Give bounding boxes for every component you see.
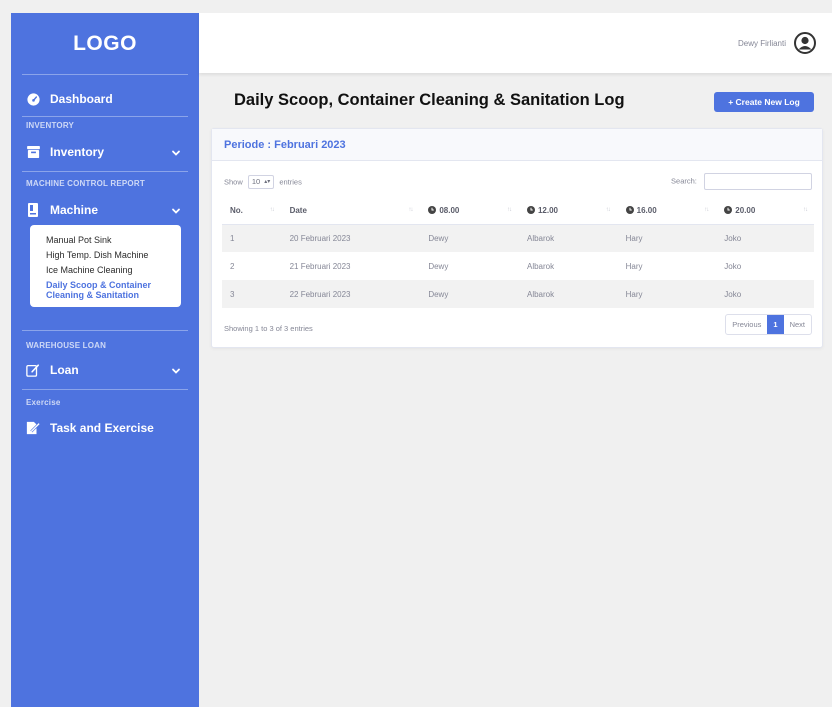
cell-1200: Albarok	[526, 233, 555, 243]
cell-2000: Joko	[724, 289, 742, 299]
table-header-row: No. ↑↓ Date ↑↓ 08.00 ↑↓ 12.00 ↑↓ 16.00 ↑↓ 20.…	[222, 198, 814, 225]
col-0800[interactable]: 08.00 ↑↓	[419, 198, 518, 225]
cell-0800: Dewy	[428, 289, 449, 299]
sort-icon: ↑↓	[605, 207, 611, 213]
sidebar: LOGO Dashboard INVENTORY Inventory MACHI…	[11, 13, 199, 707]
pagination-previous[interactable]: Previous	[726, 315, 767, 334]
section-exercise: Exercise	[26, 398, 61, 407]
entries-info: Showing 1 to 3 of 3 entries	[224, 324, 313, 333]
search-input[interactable]	[704, 173, 812, 190]
cell-1600: Hary	[625, 261, 643, 271]
cell-2000: Joko	[724, 261, 742, 271]
nav-machine[interactable]: Machine	[11, 199, 199, 221]
cell-1600: Hary	[625, 233, 643, 243]
nav-inventory[interactable]: Inventory	[11, 141, 199, 163]
machine-submenu: Manual Pot Sink High Temp. Dish Machine …	[30, 225, 181, 307]
sort-icon: ↑↓	[269, 207, 275, 213]
col-1600[interactable]: 16.00 ↑↓	[616, 198, 716, 225]
submenu-item-daily-scoop-line2: Cleaning & Sanitation	[46, 290, 140, 300]
col-1200[interactable]: 12.00 ↑↓	[517, 198, 617, 225]
clock-icon	[526, 206, 535, 215]
nav-inventory-label: Inventory	[50, 145, 105, 159]
nav-task-exercise[interactable]: Task and Exercise	[11, 417, 199, 439]
sort-icon: ↑↓	[803, 207, 808, 213]
col-date-label: Date	[289, 206, 307, 216]
sort-icon: ↑↓	[506, 207, 512, 213]
col-1600-label: 16.00	[636, 206, 657, 216]
entries-select-value: 10	[251, 177, 261, 186]
cell-0800: Dewy	[428, 233, 449, 243]
clock-icon	[428, 206, 437, 215]
log-card: Periode : Februari 2023 Show 10 ▴▾ entri…	[211, 128, 823, 348]
cell-no: 2	[230, 261, 235, 271]
submenu-item-daily-scoop[interactable]: Daily Scoop & Container Cleaning & Sanit…	[46, 280, 175, 300]
pagination: Previous 1 Next	[725, 314, 812, 335]
entries-length-control: Show 10 ▴▾ entries	[224, 174, 302, 189]
submenu-item-high-temp-dish-machine[interactable]: High Temp. Dish Machine	[46, 248, 175, 263]
loan-edit-icon	[26, 363, 40, 377]
search-control: Search:	[671, 173, 812, 190]
cell-1600: Hary	[625, 289, 643, 299]
cell-date: 22 Februari 2023	[289, 289, 351, 299]
submenu-item-daily-scoop-line1: Daily Scoop & Container	[46, 280, 152, 290]
col-date[interactable]: Date ↑↓	[280, 198, 420, 225]
section-machine: MACHINE CONTROL REPORT	[26, 179, 145, 188]
section-warehouse: WAREHOUSE LOAN	[26, 341, 107, 350]
nav-task-label: Task and Exercise	[50, 421, 154, 435]
log-table: No. ↑↓ Date ↑↓ 08.00 ↑↓ 12.00 ↑↓ 16.00 ↑↓ 20.…	[222, 198, 814, 308]
cell-date: 20 Februari 2023	[289, 233, 351, 243]
dashboard-icon	[26, 92, 40, 106]
chevron-down-icon[interactable]	[171, 365, 181, 375]
col-2000-label: 20.00	[735, 206, 756, 216]
cell-no: 1	[230, 233, 235, 243]
task-icon	[26, 421, 40, 435]
user-avatar-icon[interactable]	[794, 32, 816, 54]
search-label: Search:	[671, 176, 697, 186]
col-no[interactable]: No. ↑↓	[222, 198, 281, 225]
col-1200-label: 12.00	[537, 206, 559, 216]
page-title: Daily Scoop, Container Cleaning & Sanita…	[234, 91, 625, 109]
nav-loan-label: Loan	[50, 363, 79, 377]
cell-2000: Joko	[724, 233, 742, 243]
pagination-next[interactable]: Next	[784, 315, 811, 334]
submenu-item-manual-pot-sink[interactable]: Manual Pot Sink	[46, 233, 175, 248]
nav-dashboard-label: Dashboard	[50, 92, 113, 106]
machine-icon	[26, 203, 40, 217]
col-no-label: No.	[230, 206, 243, 216]
clock-icon	[724, 206, 733, 215]
logo: LOGO	[22, 13, 188, 75]
col-2000[interactable]: 20.00 ↑↓	[715, 198, 814, 225]
nav-loan[interactable]: Loan	[11, 359, 199, 381]
table-row: 2 21 Februari 2023 Dewy Albarok Hary Jok…	[222, 252, 814, 280]
cell-1200: Albarok	[526, 289, 555, 299]
period-header: Periode : Februari 2023	[212, 129, 822, 161]
topbar: Dewy Firlianti	[199, 13, 832, 73]
cell-1200: Albarok	[526, 261, 555, 271]
pagination-page-1[interactable]: 1	[767, 315, 784, 334]
sort-icon: ↑↓	[704, 207, 709, 213]
table-row: 1 20 Februari 2023 Dewy Albarok Hary Jok…	[222, 224, 814, 252]
table-row: 3 22 Februari 2023 Dewy Albarok Hary Jok…	[222, 280, 814, 308]
sort-icon: ↑↓	[408, 207, 413, 213]
cell-no: 3	[230, 289, 235, 299]
clock-icon	[625, 206, 634, 215]
submenu-item-ice-machine-cleaning[interactable]: Ice Machine Cleaning	[46, 263, 175, 278]
cell-date: 21 Februari 2023	[289, 261, 351, 271]
username[interactable]: Dewy Firlianti	[738, 39, 786, 48]
cell-0800: Dewy	[428, 261, 449, 271]
nav-dashboard[interactable]: Dashboard	[11, 88, 199, 110]
chevron-down-icon[interactable]	[171, 205, 181, 215]
create-new-log-button[interactable]: + Create New Log	[714, 92, 814, 112]
entries-select[interactable]: 10 ▴▾	[247, 174, 275, 189]
show-label: Show	[224, 177, 243, 186]
nav-machine-label: Machine	[50, 203, 99, 217]
inventory-box-icon	[26, 145, 40, 159]
chevron-down-icon[interactable]	[171, 147, 181, 157]
col-0800-label: 08.00	[439, 206, 460, 216]
select-caret-icon: ▴▾	[264, 179, 271, 185]
table-controls: Show 10 ▴▾ entries Search:	[224, 173, 812, 190]
entries-label: entries	[279, 177, 302, 186]
section-inventory: INVENTORY	[26, 121, 75, 130]
